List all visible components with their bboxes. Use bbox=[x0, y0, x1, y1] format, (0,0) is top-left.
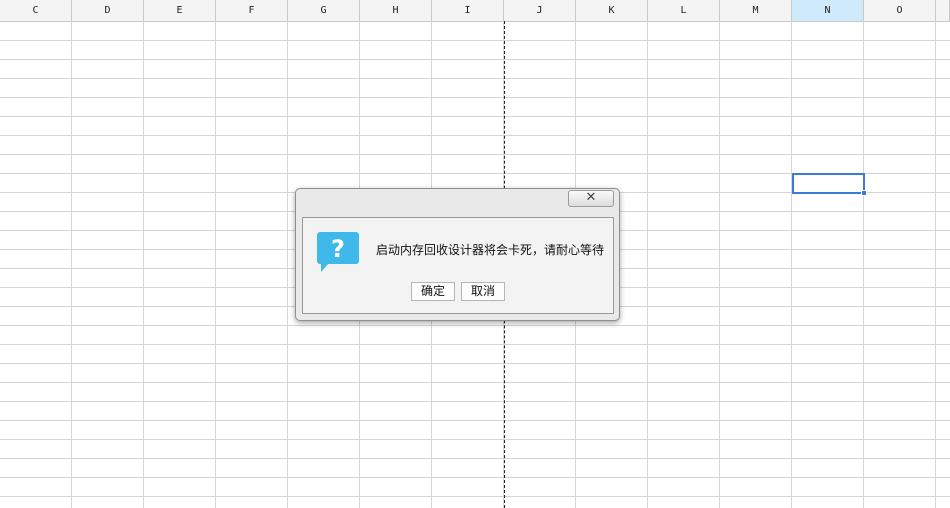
column-header-i[interactable]: I bbox=[432, 0, 504, 21]
grid-row-line bbox=[0, 382, 950, 383]
grid-column-line bbox=[287, 21, 288, 508]
grid-column-line bbox=[647, 21, 648, 508]
column-header-c[interactable]: C bbox=[0, 0, 72, 21]
grid-row-line bbox=[0, 135, 950, 136]
grid-column-line bbox=[71, 21, 72, 508]
cancel-button[interactable]: 取消 bbox=[461, 282, 505, 301]
grid-row-line bbox=[0, 97, 950, 98]
dialog-message: 启动内存回收设计器将会卡死，请耐心等待 bbox=[376, 243, 605, 257]
column-header-d[interactable]: D bbox=[72, 0, 144, 21]
column-header-o[interactable]: O bbox=[864, 0, 936, 21]
column-header-l[interactable]: L bbox=[648, 0, 720, 21]
grid-row-line bbox=[0, 439, 950, 440]
grid-row-line bbox=[0, 154, 950, 155]
column-header-k[interactable]: K bbox=[576, 0, 648, 21]
grid-row-line bbox=[0, 496, 950, 497]
column-header-row: C D E F G H I J K L M N O bbox=[0, 0, 950, 22]
column-header-h[interactable]: H bbox=[360, 0, 432, 21]
column-header-j[interactable]: J bbox=[504, 0, 576, 21]
grid-column-line bbox=[215, 21, 216, 508]
confirm-dialog: ✕ ? 启动内存回收设计器将会卡死，请耐心等待 确定 取消 bbox=[295, 188, 620, 321]
column-header-g[interactable]: G bbox=[288, 0, 360, 21]
grid-row-line bbox=[0, 59, 950, 60]
column-header-f[interactable]: F bbox=[216, 0, 288, 21]
question-icon: ? bbox=[317, 232, 359, 272]
grid-column-line bbox=[863, 21, 864, 508]
grid-row-line bbox=[0, 116, 950, 117]
grid-row-line bbox=[0, 78, 950, 79]
selected-cell[interactable] bbox=[792, 173, 867, 196]
grid-row-line bbox=[0, 458, 950, 459]
column-header-p-partial[interactable] bbox=[936, 0, 950, 21]
grid-row-line bbox=[0, 477, 950, 478]
grid-column-line bbox=[791, 21, 792, 508]
grid-row-line bbox=[0, 363, 950, 364]
grid-column-line bbox=[935, 21, 936, 508]
svg-text:?: ? bbox=[331, 235, 345, 263]
grid-row-line bbox=[0, 420, 950, 421]
ok-button[interactable]: 确定 bbox=[411, 282, 455, 301]
column-header-e[interactable]: E bbox=[144, 0, 216, 21]
grid-row-line bbox=[0, 401, 950, 402]
grid-column-line bbox=[719, 21, 720, 508]
grid-row-line bbox=[0, 344, 950, 345]
grid-row-line bbox=[0, 40, 950, 41]
grid-row-line bbox=[0, 325, 950, 326]
column-header-m[interactable]: M bbox=[720, 0, 792, 21]
column-header-n[interactable]: N bbox=[792, 0, 864, 21]
grid-column-line bbox=[143, 21, 144, 508]
close-button[interactable]: ✕ bbox=[568, 190, 614, 207]
fill-handle[interactable] bbox=[861, 190, 867, 196]
dialog-body: ? 启动内存回收设计器将会卡死，请耐心等待 确定 取消 bbox=[302, 217, 614, 314]
